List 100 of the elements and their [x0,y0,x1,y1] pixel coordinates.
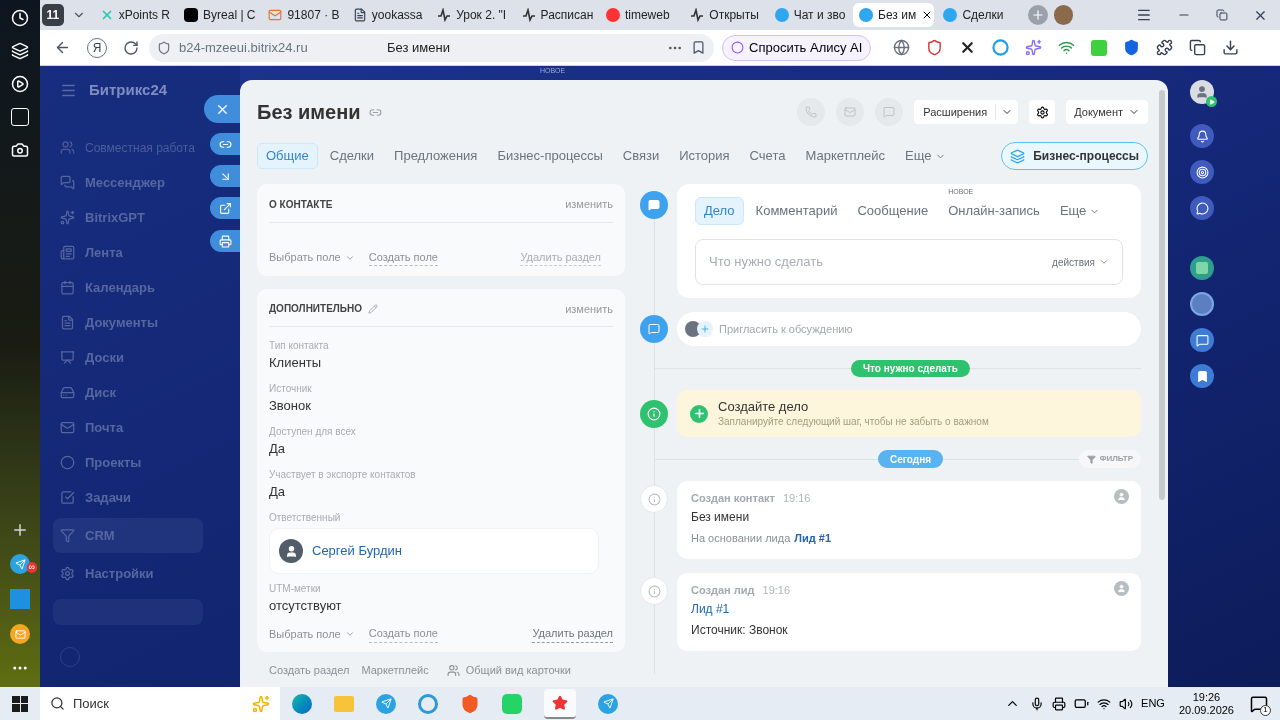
panels-icon[interactable] [11,42,29,60]
reload-icon[interactable] [123,39,139,56]
minimize-button[interactable] [210,165,240,187]
browser-tab[interactable]: Расписан [515,3,597,27]
menu-item[interactable]: Доски [53,340,203,375]
browser-tab[interactable]: Без им [853,3,935,27]
microphone-icon[interactable] [1030,696,1045,711]
menu-item[interactable]: BitrixGPT [53,200,203,235]
menu-item[interactable]: Календарь [53,270,203,305]
mail-app-icon[interactable] [10,624,30,644]
card-tab[interactable]: Связи [614,143,668,169]
volume-icon[interactable] [1119,696,1134,711]
language-indicator[interactable]: ENG [1141,695,1165,712]
settings-button[interactable] [1029,100,1056,124]
browser-tab[interactable]: Byreal | C [178,3,260,27]
brave-icon[interactable] [460,693,480,714]
download-icon[interactable] [1222,39,1240,56]
extension-icon[interactable] [1189,39,1207,56]
business-processes-button[interactable]: Бизнес-процессы [1001,142,1148,170]
calendar-icon[interactable] [11,108,29,126]
edge-icon[interactable] [292,693,312,714]
battery-icon[interactable] [1074,696,1090,711]
select-field-dropdown[interactable]: Выбрать поле [269,249,355,266]
browser-tab[interactable]: yookassa [346,3,429,27]
composer-tab[interactable]: Комментарий [747,197,846,225]
card-tab[interactable]: Сделки [321,143,383,169]
notification-center-icon[interactable] [1250,694,1268,713]
copy-link-button[interactable] [210,133,240,155]
print-button[interactable] [210,230,240,252]
select-field-dropdown[interactable]: Выбрать поле [269,625,355,643]
footer-link[interactable]: Маркетплейс [361,662,429,679]
extensions-icon[interactable] [1156,39,1174,56]
yandex-browser-icon[interactable] [544,688,576,719]
task-input[interactable]: Что нужно сделать действия [695,239,1123,285]
menu-item[interactable]: Документы [53,305,203,340]
screenshot-icon[interactable] [11,141,29,159]
windows-start-icon[interactable] [12,695,28,712]
chat-icon[interactable] [1190,328,1214,352]
browser-tab[interactable]: 91807 · B [262,3,344,27]
target-icon[interactable] [1190,160,1214,184]
menu-item[interactable]: Проекты [53,445,203,480]
create-field-link[interactable]: Создать поле [368,248,438,267]
create-field-link[interactable]: Создать поле [368,625,438,643]
footer-link[interactable]: Общий вид карточки [440,662,571,679]
wifi-icon[interactable] [1097,696,1112,711]
close-button[interactable] [204,95,240,123]
open-new-window-button[interactable] [210,197,240,219]
filter-button[interactable]: ФИЛЬТР [1078,450,1141,468]
browser-tab[interactable]: Урок 2. "I [431,3,513,27]
extensions-dropdown[interactable]: Расширения [914,100,1019,124]
footer-link[interactable]: Создать раздел [269,662,350,679]
invite-field[interactable]: Пригласить к обсуждению [677,312,1141,346]
address-field[interactable]: b24-mzeeui.bitrix24.ru Без имени [149,33,714,62]
composer-tab[interactable]: Еще [1051,197,1109,225]
contact-avatar[interactable] [1190,292,1214,316]
edit-link[interactable]: изменить [565,300,613,317]
delete-section-link[interactable]: Удалить раздел [532,625,613,643]
telegram-icon[interactable] [10,554,30,574]
back-icon[interactable] [54,39,71,56]
card-tab[interactable]: Предложения [386,143,486,169]
menu-item[interactable]: Почта [53,410,203,445]
bookmark-icon[interactable] [1190,364,1214,388]
user-name[interactable]: Сергей Бурдин [312,541,402,561]
chat-icon[interactable] [1190,196,1214,220]
actions-dropdown[interactable]: действия [1052,254,1109,270]
lead-link[interactable]: Лид #1 [691,598,730,620]
play-icon[interactable] [11,75,29,93]
globe-icon[interactable] [893,39,911,56]
bookmark-icon[interactable] [691,40,706,55]
user-card[interactable]: Сергей Бурдин [269,528,599,574]
menu-item[interactable]: Задачи [53,480,203,515]
document-dropdown[interactable]: Документ [1066,100,1148,124]
alice-button[interactable]: Спросить Алису AI [722,34,872,61]
menu-icon[interactable] [1136,7,1153,23]
composer-tab[interactable]: Дело [695,197,744,225]
restore-icon[interactable] [1216,9,1229,21]
profile-avatar[interactable] [1053,5,1074,25]
lead-link[interactable]: Лид #1 [794,529,832,547]
menu-item[interactable]: Диск [53,375,203,410]
tab-group-button[interactable]: 11 [42,4,64,26]
taskbar-search-field[interactable]: Поиск [40,687,280,720]
browser-tab[interactable]: Сделки [937,3,1019,27]
browser-tab[interactable]: Чат и зво [768,3,851,27]
notifications-icon[interactable] [1190,124,1214,148]
card-tab[interactable]: Общие [257,143,318,169]
tray-icon[interactable] [1052,696,1067,711]
card-tab[interactable]: Счета [741,143,794,169]
menu-item[interactable]: Лента [53,235,203,270]
browser-tab[interactable]: xPoints R [93,3,176,27]
card-tab[interactable]: Еще [897,143,954,169]
history-icon[interactable] [11,9,29,27]
menu-item[interactable]: Настройки [53,556,203,591]
card-tab[interactable]: Маркетплейс [797,143,894,169]
card-tab[interactable]: Бизнес-процессы [489,143,611,169]
clock[interactable]: 19:26 20.09.2026 [1178,690,1234,717]
browser-tab[interactable]: Открыты [684,3,766,27]
app-icon[interactable] [1190,256,1214,280]
add-icon[interactable] [11,521,29,539]
browser-tab[interactable]: timeweb [599,3,682,27]
composer-tab[interactable]: Сообщение [849,197,937,225]
